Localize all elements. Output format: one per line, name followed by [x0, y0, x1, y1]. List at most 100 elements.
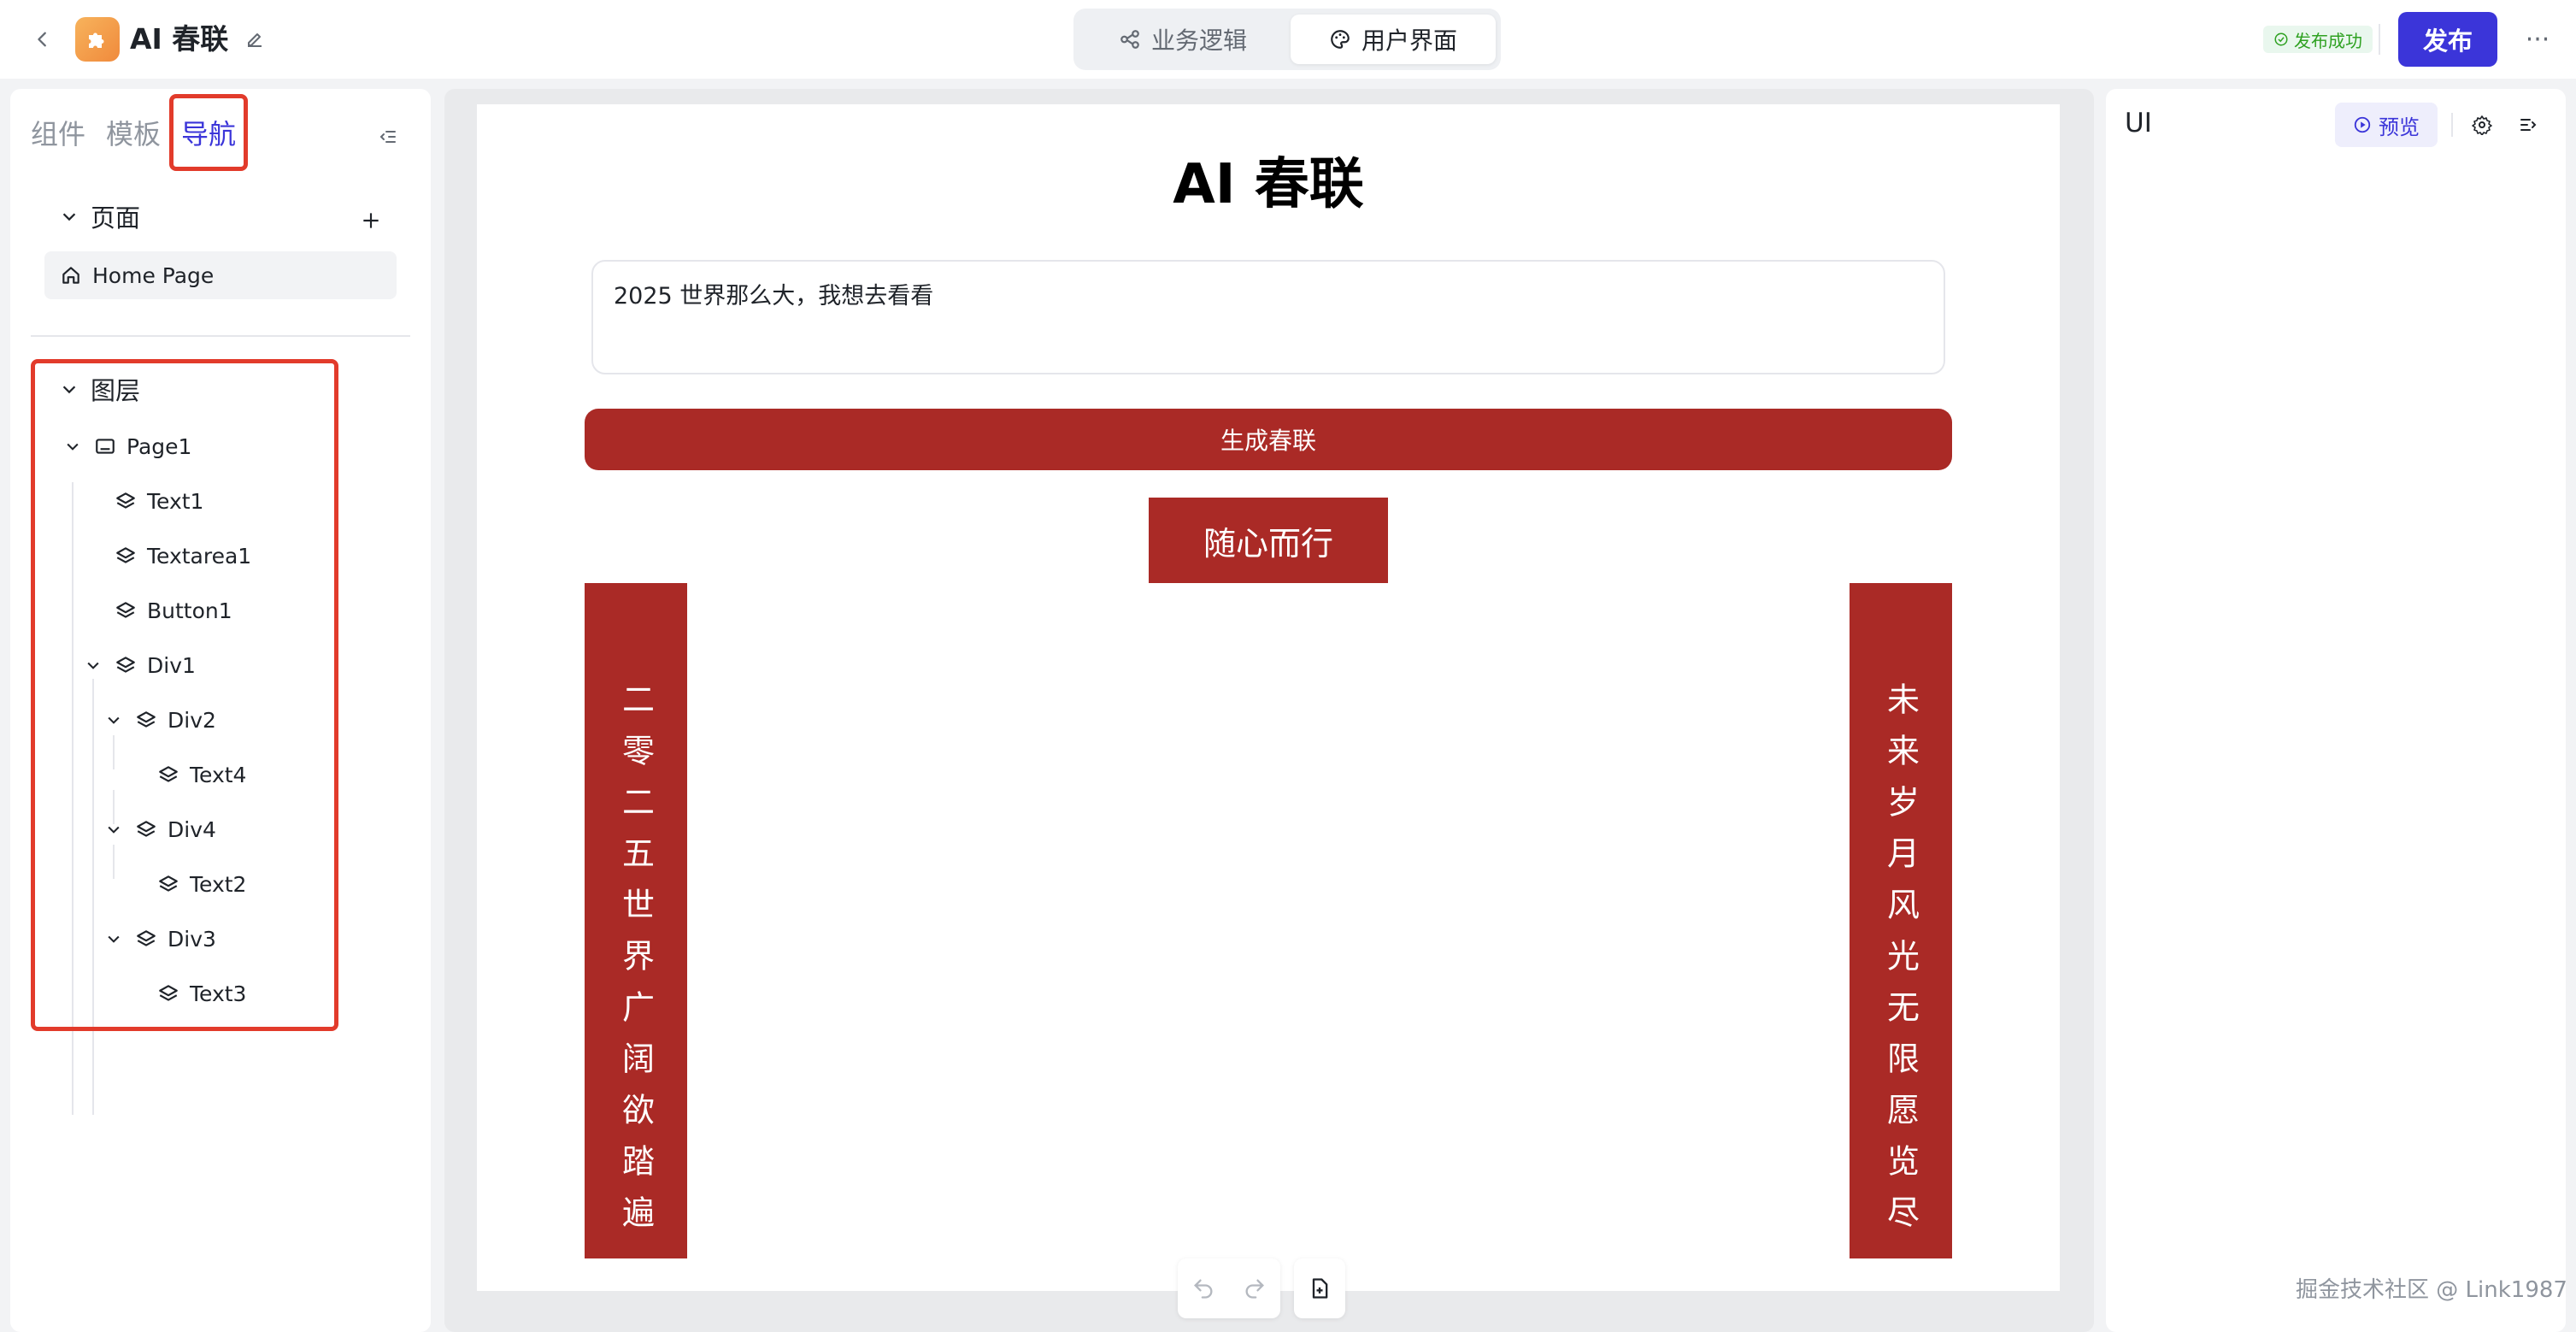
chevron-left-icon: [38, 32, 46, 47]
left-couplet[interactable]: 二零二五世界广阔欲踏遍: [585, 583, 687, 1258]
layers-icon: [159, 985, 178, 1001]
watermark: 掘金技术社区 @ Link1987: [2296, 1277, 2567, 1303]
layer-label: Text3: [190, 981, 247, 1006]
undo-button[interactable]: [1178, 1263, 1229, 1314]
home-icon: [62, 267, 79, 284]
layer-label: Div4: [168, 816, 216, 842]
prompt-textarea[interactable]: 2025 世界那么大，我想去看看: [591, 260, 1945, 374]
layer-label: Textarea1: [147, 543, 252, 569]
tab-business-logic[interactable]: 业务逻辑: [1080, 15, 1285, 64]
panel-divider: [31, 335, 410, 337]
back-button[interactable]: [26, 22, 60, 56]
layers-icon: [116, 547, 135, 563]
panel-title: UI: [2125, 108, 2152, 139]
layers-icon: [116, 602, 135, 618]
canvas-toolbar: [1178, 1257, 1359, 1320]
more-button[interactable]: ···: [2516, 22, 2559, 56]
chevron-down-icon: [108, 826, 120, 834]
play-circle-icon: [2354, 116, 2371, 133]
plus-icon: [363, 213, 379, 228]
history-group: [1178, 1258, 1280, 1318]
collapse-right-button[interactable]: [2511, 108, 2545, 142]
layers-icon: [137, 930, 156, 946]
settings-button[interactable]: [2465, 108, 2499, 142]
tab-components[interactable]: 组件: [31, 115, 85, 154]
layer-item[interactable]: Page1: [62, 429, 191, 463]
layer-item[interactable]: Textarea1: [115, 539, 251, 573]
add-group: [1294, 1258, 1345, 1318]
chevron-down-icon: [67, 443, 79, 451]
chevron-down-icon: [108, 716, 120, 724]
chevron-down-icon: [62, 386, 76, 394]
app-logo: [75, 17, 120, 62]
chevron-down-icon: [108, 935, 120, 943]
collapse-left-icon: [379, 131, 396, 143]
layers-icon: [137, 821, 156, 837]
collapse-panel-button[interactable]: [373, 121, 403, 152]
generate-couplet-button[interactable]: 生成春联: [585, 409, 1952, 470]
chevron-down-icon: [62, 213, 76, 221]
tree-guide: [92, 679, 94, 1115]
page-icon: [96, 439, 115, 454]
layers-icon: [159, 875, 178, 892]
tree-guide: [113, 845, 115, 879]
toolbar-divider: [2379, 24, 2380, 55]
gear-icon: [2472, 115, 2492, 135]
tab-business-logic-label: 业务逻辑: [1150, 27, 1247, 55]
puzzle-icon: [89, 32, 104, 48]
edit-title-button[interactable]: [239, 24, 270, 55]
layer-item[interactable]: Text3: [157, 976, 246, 1011]
layer-item[interactable]: Div2: [103, 703, 216, 737]
preview-label: 预览: [2379, 115, 2420, 139]
palette-icon: [1331, 30, 1350, 49]
layer-label: Div1: [147, 652, 196, 678]
check-circle-icon: [2274, 32, 2288, 46]
layer-item[interactable]: Div1: [82, 648, 196, 682]
layers-icon: [116, 492, 135, 509]
layers-section-header[interactable]: 图层: [60, 371, 140, 407]
edit-icon: [248, 33, 262, 47]
tab-user-interface[interactable]: 用户界面: [1291, 15, 1496, 64]
layers-icon: [159, 766, 178, 782]
right-panel: UI 预览: [2106, 89, 2566, 1332]
canvas-page: AI 春联 2025 世界那么大，我想去看看 生成春联 随心而行 二零二五世界广…: [477, 104, 2060, 1291]
publish-button[interactable]: 发布: [2398, 12, 2497, 67]
layer-label: Text1: [147, 488, 204, 514]
add-page-button[interactable]: [352, 202, 390, 239]
tab-templates[interactable]: 模板: [106, 115, 161, 154]
layer-label: Text4: [190, 762, 247, 787]
layer-label: Text2: [190, 871, 247, 897]
redo-button[interactable]: [1229, 1263, 1280, 1314]
tree-guide: [72, 482, 74, 1115]
layer-item[interactable]: Text1: [115, 484, 203, 518]
app-title: AI 春联: [130, 22, 229, 56]
layer-item[interactable]: Div4: [103, 812, 216, 846]
add-file-button[interactable]: [1294, 1263, 1345, 1314]
tree-guide: [113, 735, 115, 769]
layer-label: Page1: [126, 433, 192, 459]
app-heading[interactable]: AI 春联: [477, 140, 2060, 219]
layers-icon: [116, 657, 135, 673]
layer-label: Div2: [168, 707, 216, 733]
status-badge: 发布成功: [2263, 26, 2373, 53]
right-couplet[interactable]: 未来岁月风光无限愿览尽: [1850, 583, 1952, 1258]
pages-section-header[interactable]: 页面: [60, 198, 140, 234]
layers-icon: [137, 711, 156, 728]
layer-item[interactable]: Div3: [103, 922, 216, 956]
top-bar: AI 春联 业务逻辑 用户界面 发布成功 发布 ···: [0, 0, 2576, 79]
horizontal-scroll[interactable]: 随心而行: [1149, 498, 1388, 583]
undo-icon: [1194, 1279, 1213, 1299]
layer-item[interactable]: Button1: [115, 593, 232, 628]
layer-item[interactable]: Text4: [157, 757, 246, 792]
layer-label: Div3: [168, 926, 216, 952]
page-item-label: Home Page: [92, 262, 215, 288]
layer-item[interactable]: Text2: [157, 867, 246, 901]
flow-icon: [1120, 30, 1139, 49]
chevron-down-icon: [87, 662, 99, 669]
view-switcher: 业务逻辑 用户界面: [1073, 9, 1501, 70]
left-panel: 组件 模板 导航 页面 Home Page 图层 Page1 Text1 Tex…: [10, 89, 431, 1332]
tab-navigation[interactable]: 导航: [181, 115, 236, 154]
page-item-home[interactable]: Home Page: [44, 251, 397, 299]
preview-button[interactable]: 预览: [2335, 103, 2438, 147]
status-text: 发布成功: [2294, 30, 2362, 51]
